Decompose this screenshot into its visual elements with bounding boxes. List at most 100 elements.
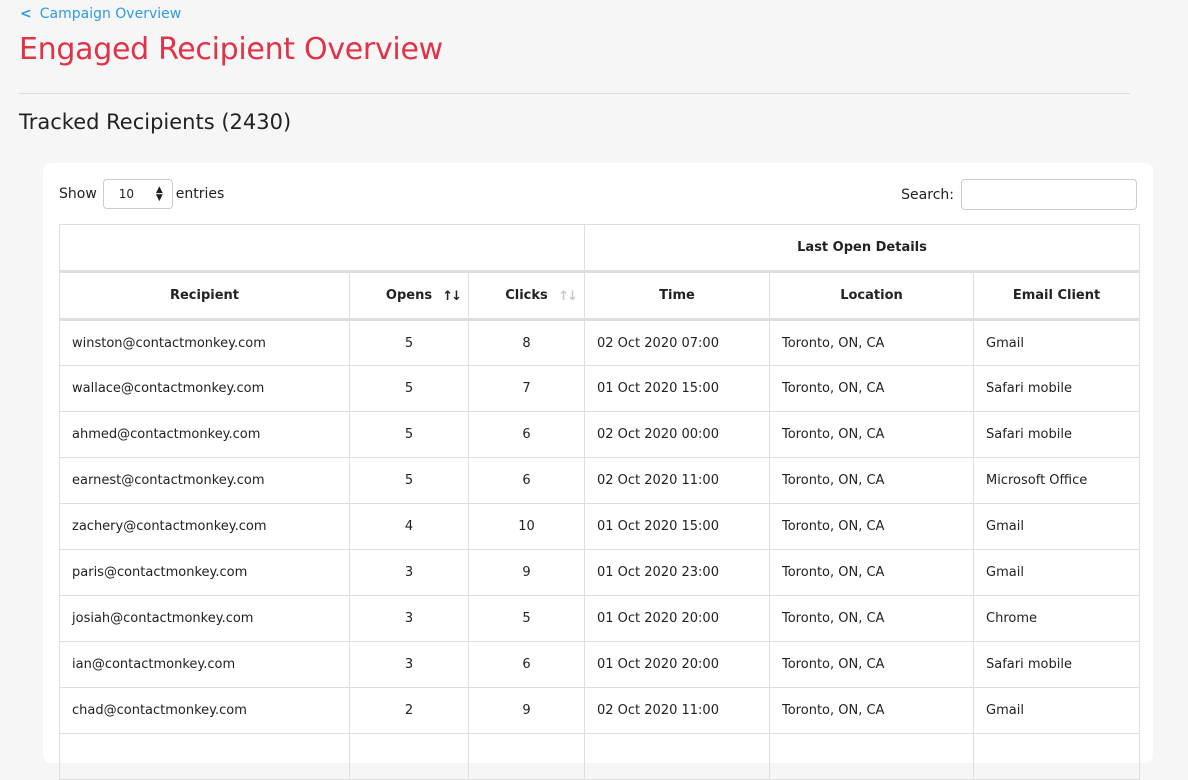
table-row: chad@contactmonkey.com 2 9 02 Oct 2020 11:0… <box>59 687 1141 734</box>
location-cell: Toronto, ON, CA <box>769 595 974 642</box>
table-row: josiah@contactmonkey.com 3 5 01 Oct 2020 20… <box>59 595 1141 642</box>
opens-cell: 5 <box>349 411 469 458</box>
table-row: zachery@contactmonkey.com 4 10 01 Oct 2020 … <box>59 503 1141 550</box>
location-cell: Toronto, ON, CA <box>769 503 974 550</box>
col-header-location[interactable]: Location <box>769 271 974 321</box>
time-cell: 02 Oct 2020 07:00 <box>584 319 770 366</box>
email-client-cell <box>972 733 1141 780</box>
entries-select[interactable]: 10 ▲ ▼ <box>102 179 173 209</box>
opens-cell: 5 <box>349 365 469 412</box>
search-input[interactable] <box>961 179 1137 210</box>
page-title: Engaged Recipient Overview <box>19 32 443 67</box>
location-cell: Toronto, ON, CA <box>769 411 974 458</box>
col-header-time[interactable]: Time <box>584 271 770 321</box>
clicks-cell: 6 <box>468 457 585 504</box>
opens-cell: 3 <box>349 595 469 642</box>
email-client-cell: Safari mobile <box>972 641 1141 688</box>
email-client-cell: Microsoft Office <box>972 457 1141 504</box>
col-header-email-client[interactable]: Email Client <box>972 271 1141 321</box>
back-link-label: Campaign Overview <box>39 6 182 22</box>
email-client-cell: Gmail <box>972 549 1141 596</box>
time-cell: 01 Oct 2020 20:00 <box>584 641 770 688</box>
table-row: wallace@contactmonkey.com 5 7 01 Oct 2020 1… <box>59 365 1141 412</box>
col-header-opens[interactable]: Opens ↑↓ <box>349 271 469 321</box>
table-row <box>59 733 1141 780</box>
location-cell <box>769 733 974 780</box>
opens-cell: 3 <box>349 549 469 596</box>
search-label: Search: <box>901 186 954 203</box>
entries-select-value: 10 <box>118 187 135 201</box>
recipients-card: Show 10 ▲ ▼ entries Search: Last Open Det… <box>43 163 1153 780</box>
location-cell: Toronto, ON, CA <box>769 319 974 366</box>
time-cell: 02 Oct 2020 11:00 <box>584 457 770 504</box>
email-client-cell: Chrome <box>972 595 1141 642</box>
col-header-clicks[interactable]: Clicks ↑↓ <box>468 271 585 321</box>
opens-cell: 2 <box>349 687 469 734</box>
entries-label: entries <box>175 186 225 202</box>
location-cell: Toronto, ON, CA <box>769 365 974 412</box>
opens-cell: 3 <box>349 641 469 688</box>
col-header-recipient[interactable]: Recipient <box>59 271 350 321</box>
location-cell: Toronto, ON, CA <box>769 687 974 734</box>
email-client-cell: Safari mobile <box>972 365 1141 412</box>
email-client-cell: Safari mobile <box>972 411 1141 458</box>
chevron-left-icon: < <box>20 6 32 22</box>
table-row: ahmed@contactmonkey.com 5 6 02 Oct 2020 00:… <box>59 411 1141 458</box>
table-row: winston@contactmonkey.com 5 8 02 Oct 2020 0… <box>59 319 1141 366</box>
clicks-cell: 6 <box>468 641 585 688</box>
email-client-cell: Gmail <box>972 319 1141 366</box>
table-row: paris@contactmonkey.com 3 9 01 Oct 2020 23:… <box>59 549 1141 596</box>
recipient-cell <box>59 733 350 780</box>
last-open-details-header: Last Open Details <box>583 224 1141 273</box>
time-cell: 02 Oct 2020 00:00 <box>584 411 770 458</box>
recipient-cell: zachery@contactmonkey.com <box>59 503 350 550</box>
table-row: earnest@contactmonkey.com 5 6 02 Oct 2020 1… <box>59 457 1141 504</box>
time-cell: 01 Oct 2020 15:00 <box>584 365 770 412</box>
clicks-cell: 10 <box>468 503 585 550</box>
clicks-cell: 6 <box>468 411 585 458</box>
clicks-cell <box>468 733 585 780</box>
recipient-cell: earnest@contactmonkey.com <box>59 457 350 504</box>
email-client-cell: Gmail <box>972 503 1141 550</box>
recipient-cell: ahmed@contactmonkey.com <box>59 411 350 458</box>
recipient-cell: winston@contactmonkey.com <box>59 319 350 366</box>
select-arrows-icon: ▲ ▼ <box>155 185 163 203</box>
recipient-cell: chad@contactmonkey.com <box>59 687 350 734</box>
search-control: Search: <box>901 179 1137 210</box>
clicks-cell: 9 <box>468 549 585 596</box>
table-row: ian@contactmonkey.com 3 6 01 Oct 2020 20:00… <box>59 641 1141 688</box>
recipients-table: Last Open Details Recipient Opens ↑↓ Clic… <box>59 224 1141 780</box>
opens-cell: 5 <box>349 457 469 504</box>
clicks-cell: 8 <box>468 319 585 366</box>
time-cell: 01 Oct 2020 23:00 <box>584 549 770 596</box>
recipient-cell: paris@contactmonkey.com <box>59 549 350 596</box>
time-cell: 01 Oct 2020 20:00 <box>584 595 770 642</box>
divider <box>19 93 1130 94</box>
location-cell: Toronto, ON, CA <box>769 457 974 504</box>
clicks-cell: 5 <box>468 595 585 642</box>
sort-desc-icon: ↑↓ <box>442 289 462 304</box>
recipient-cell: wallace@contactmonkey.com <box>59 365 350 412</box>
column-header-row: Recipient Opens ↑↓ Clicks ↑↓ Time Location… <box>59 271 1141 321</box>
location-cell: Toronto, ON, CA <box>769 549 974 596</box>
opens-cell: 5 <box>349 319 469 366</box>
group-header-row: Last Open Details <box>59 224 1141 273</box>
opens-cell <box>349 733 469 780</box>
clicks-cell: 7 <box>468 365 585 412</box>
recipient-cell: josiah@contactmonkey.com <box>59 595 350 642</box>
clicks-cell: 9 <box>468 687 585 734</box>
location-cell: Toronto, ON, CA <box>769 641 974 688</box>
opens-cell: 4 <box>349 503 469 550</box>
section-title: Tracked Recipients (2430) <box>19 110 292 134</box>
entries-length-control: Show 10 ▲ ▼ entries <box>59 179 224 209</box>
group-header-empty <box>59 224 585 273</box>
col-header-clicks-label: Clicks <box>505 288 548 303</box>
back-to-campaign-overview-link[interactable]: < Campaign Overview <box>20 6 181 22</box>
col-header-opens-label: Opens <box>385 288 433 303</box>
sort-icon: ↑↓ <box>558 289 578 304</box>
show-label: Show <box>59 186 97 202</box>
time-cell <box>584 733 770 780</box>
time-cell: 01 Oct 2020 15:00 <box>584 503 770 550</box>
email-client-cell: Gmail <box>972 687 1141 734</box>
time-cell: 02 Oct 2020 11:00 <box>584 687 770 734</box>
